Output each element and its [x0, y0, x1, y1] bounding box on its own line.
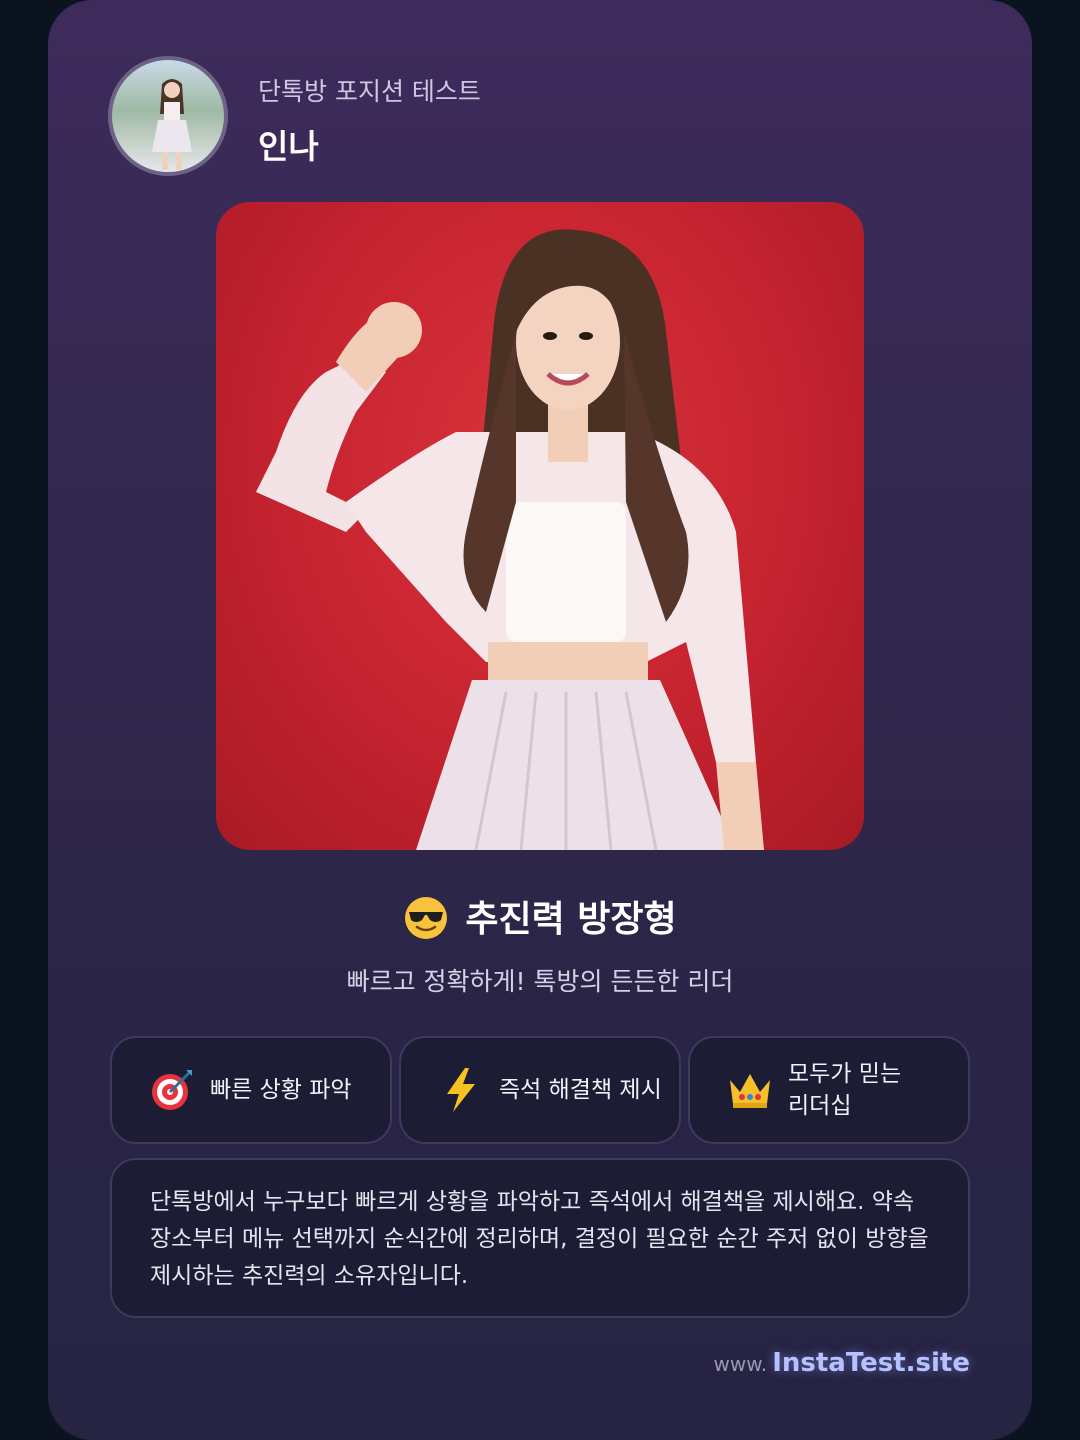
target-dart-icon — [148, 1066, 196, 1114]
avatar-figure — [152, 79, 192, 170]
trait-chip-instant-solution: 즉석 해결책 제시 — [399, 1036, 681, 1144]
trait-label: 빠른 상황 파악 — [210, 1077, 352, 1103]
test-subtitle: 단톡방 포지션 테스트 — [258, 77, 481, 106]
trait-label: 모두가 믿는 리더십 — [788, 1061, 902, 1119]
lightning-icon — [437, 1066, 485, 1114]
flexing-woman-illustration — [256, 229, 764, 850]
profile-header: 단톡방 포지션 테스트 인나 — [108, 56, 968, 176]
result-subtitle: 빠르고 정확하게! 톡방의 든든한 리더 — [346, 967, 734, 996]
site-footer[interactable]: www. InstaTest.site — [714, 1348, 970, 1378]
result-title: 추진력 방장형 — [48, 890, 1032, 942]
profile-name: 인나 — [258, 127, 319, 166]
crown-icon — [726, 1066, 774, 1114]
sunglasses-emoji-icon — [405, 897, 448, 939]
trait-list: 빠른 상황 파악 즉석 해결책 제시 모두가 믿는 리더십 — [110, 1036, 970, 1144]
trait-chip-fast-grasp: 빠른 상황 파악 — [110, 1036, 392, 1144]
result-card: 단톡방 포지션 테스트 인나 추진력 방장형 빠르고 정확하게! 톡방의 든든한… — [48, 0, 1032, 1440]
footer-site-link[interactable]: InstaTest.site — [772, 1348, 970, 1378]
footer-prefix: www. — [713, 1352, 768, 1376]
avatar[interactable] — [108, 56, 228, 176]
result-title-text: 추진력 방장형 — [465, 899, 677, 940]
trait-label: 즉석 해결책 제시 — [499, 1077, 662, 1103]
result-description: 단톡방에서 누구보다 빠르게 상황을 파악하고 즉석에서 해결책을 제시해요. … — [110, 1158, 970, 1318]
trait-chip-leadership: 모두가 믿는 리더십 — [688, 1036, 970, 1144]
result-photo — [216, 202, 864, 850]
